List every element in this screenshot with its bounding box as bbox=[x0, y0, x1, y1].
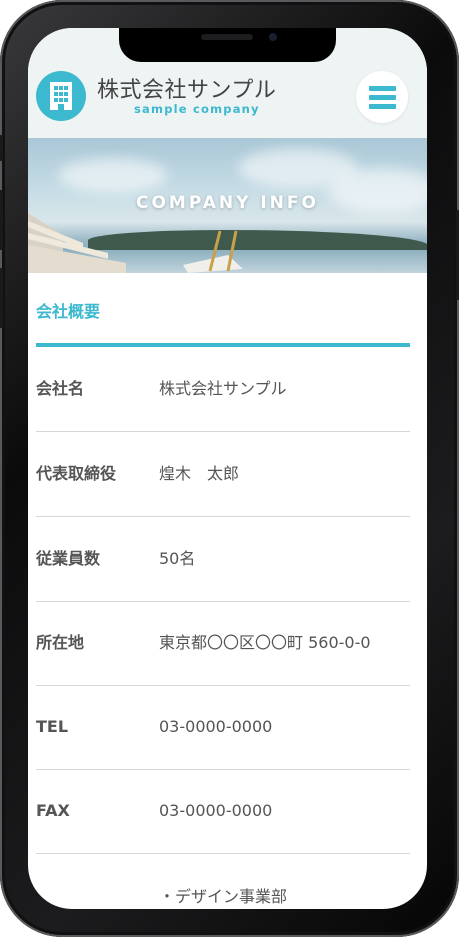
hamburger-menu-icon bbox=[369, 104, 396, 109]
notch bbox=[119, 28, 336, 62]
hero-title: COMPANY INFO bbox=[136, 193, 319, 213]
info-value: 煌木 太郎 bbox=[159, 464, 240, 483]
info-label: FAX bbox=[36, 801, 70, 820]
company-subtitle: sample company bbox=[134, 102, 260, 116]
building-icon bbox=[50, 82, 72, 110]
info-row-tel: TEL 03-0000-0000 bbox=[36, 685, 410, 770]
info-row-representative: 代表取締役 煌木 太郎 bbox=[36, 432, 410, 517]
info-label: 代表取締役 bbox=[36, 464, 117, 483]
info-value[interactable]: 03-0000-0000 bbox=[159, 685, 272, 769]
section-title: 会社概要 bbox=[36, 302, 101, 321]
menu-button[interactable] bbox=[356, 71, 408, 123]
phone-frame: 株式会社サンプル sample company COMPANY INFO 会社概… bbox=[0, 0, 459, 937]
business-division-item: ・デザイン事業部 bbox=[159, 887, 288, 906]
info-value: 東京都〇〇区〇〇町 560-0-0 bbox=[159, 633, 371, 652]
info-value: 50名 bbox=[159, 549, 196, 568]
info-label: TEL bbox=[36, 717, 69, 736]
hamburger-menu-icon bbox=[369, 86, 396, 91]
info-value: 03-0000-0000 bbox=[159, 801, 273, 820]
info-value: 株式会社サンプル bbox=[159, 379, 287, 398]
logo-link[interactable] bbox=[36, 71, 86, 121]
phone-screen: 株式会社サンプル sample company COMPANY INFO 会社概… bbox=[28, 28, 427, 909]
mute-switch bbox=[0, 135, 3, 161]
info-row-company-name: 会社名 株式会社サンプル bbox=[36, 347, 410, 432]
hero-banner: COMPANY INFO bbox=[28, 138, 427, 273]
info-label: 会社名 bbox=[36, 379, 85, 398]
steps-image bbox=[28, 213, 243, 273]
info-label: 従業員数 bbox=[36, 549, 101, 568]
volume-up-button bbox=[0, 190, 3, 250]
hamburger-menu-icon bbox=[369, 95, 396, 100]
info-row-fax: FAX 03-0000-0000 bbox=[36, 769, 410, 854]
info-row-address: 所在地 東京都〇〇区〇〇町 560-0-0 bbox=[36, 601, 410, 686]
info-label: 所在地 bbox=[36, 633, 85, 652]
company-name[interactable]: 株式会社サンプル bbox=[97, 72, 276, 104]
front-camera bbox=[269, 33, 277, 41]
cloud bbox=[58, 158, 168, 193]
info-row-employees: 従業員数 50名 bbox=[36, 517, 410, 602]
speaker-grille bbox=[201, 34, 253, 40]
volume-down-button bbox=[0, 268, 3, 328]
